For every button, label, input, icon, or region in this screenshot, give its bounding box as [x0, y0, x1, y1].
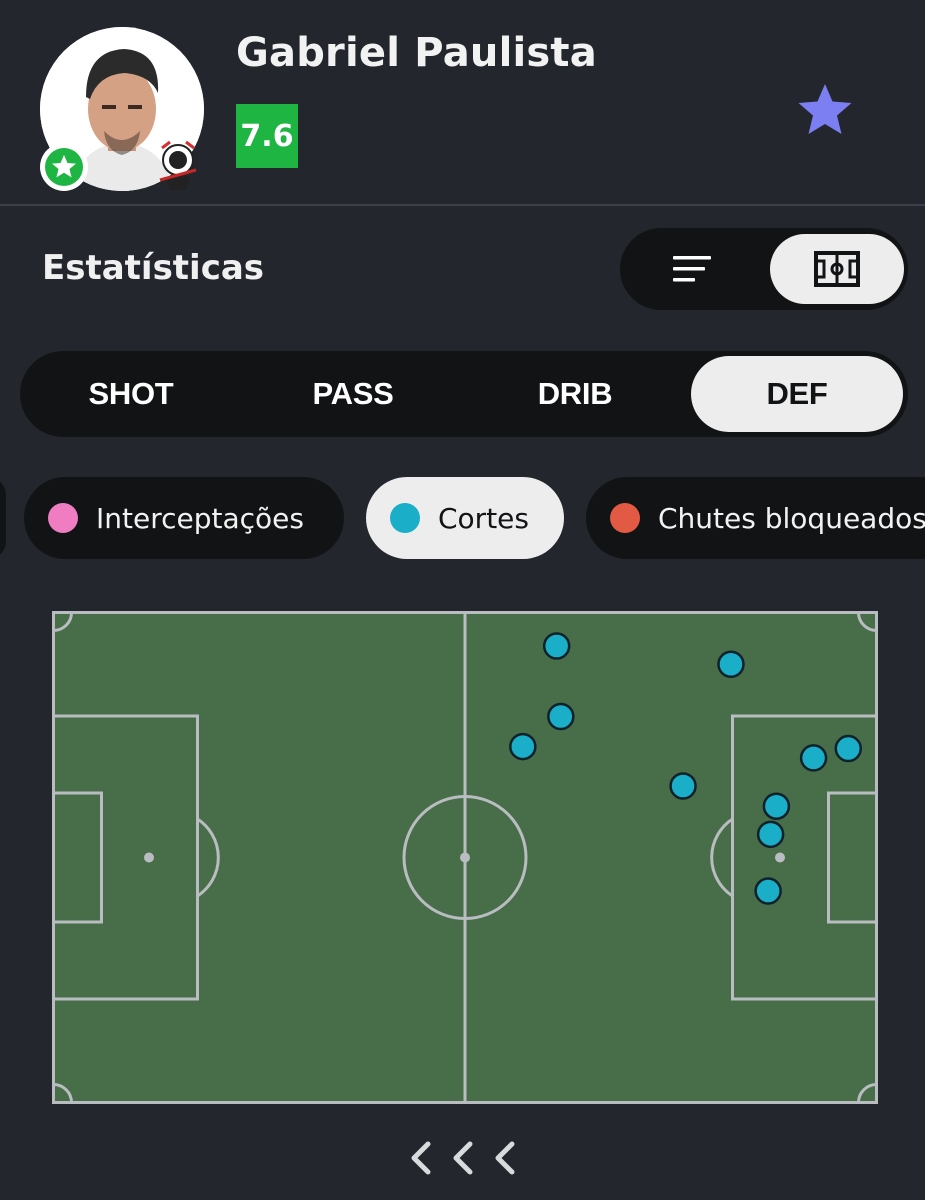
list-icon	[673, 256, 711, 282]
filter-label: Interceptações	[96, 501, 304, 535]
view-toggle	[620, 228, 908, 310]
star-badge-icon	[40, 143, 88, 191]
filter-label: Cortes	[438, 501, 529, 535]
tab-def[interactable]: DEF	[691, 356, 903, 432]
pitch-field	[52, 611, 878, 1104]
pitch-map	[52, 611, 878, 1104]
club-crest-icon	[159, 140, 197, 190]
pitch-view-button[interactable]	[770, 234, 904, 304]
filter-interceptacoes[interactable]: Interceptações	[24, 477, 344, 559]
event-marker-10[interactable]	[754, 877, 782, 905]
filter-chutes-bloqueados[interactable]: Chutes bloqueados	[586, 477, 925, 559]
event-marker-2[interactable]	[717, 650, 745, 678]
chevrons-left-icon[interactable]	[408, 1138, 520, 1178]
event-marker-9[interactable]	[756, 820, 785, 849]
star-icon[interactable]	[796, 82, 854, 138]
category-tabs: SHOT PASS DRIB DEF	[20, 351, 908, 437]
red-dot-icon	[610, 503, 640, 533]
event-marker-8[interactable]	[762, 792, 791, 820]
event-marker-4[interactable]	[509, 732, 537, 761]
pitch-icon	[814, 251, 860, 287]
filter-chip-previous[interactable]	[0, 477, 6, 559]
rating-badge: 7.6	[236, 104, 298, 168]
filter-label: Chutes bloqueados	[658, 501, 925, 535]
player-name: Gabriel Paulista	[236, 30, 597, 76]
event-marker-7[interactable]	[669, 772, 697, 800]
cyan-dot-icon	[390, 503, 420, 533]
event-marker-6[interactable]	[799, 744, 828, 772]
section-title: Estatísticas	[42, 248, 265, 288]
filter-cortes[interactable]: Cortes	[366, 477, 564, 559]
tab-shot[interactable]: SHOT	[25, 356, 237, 432]
tab-pass[interactable]: PASS	[247, 356, 459, 432]
event-marker-5[interactable]	[834, 734, 863, 763]
header-divider	[0, 204, 925, 206]
event-marker-3[interactable]	[547, 702, 575, 731]
list-view-button[interactable]	[620, 228, 764, 310]
tab-drib[interactable]: DRIB	[469, 356, 681, 432]
pink-dot-icon	[48, 503, 78, 533]
event-marker-1[interactable]	[542, 632, 571, 660]
